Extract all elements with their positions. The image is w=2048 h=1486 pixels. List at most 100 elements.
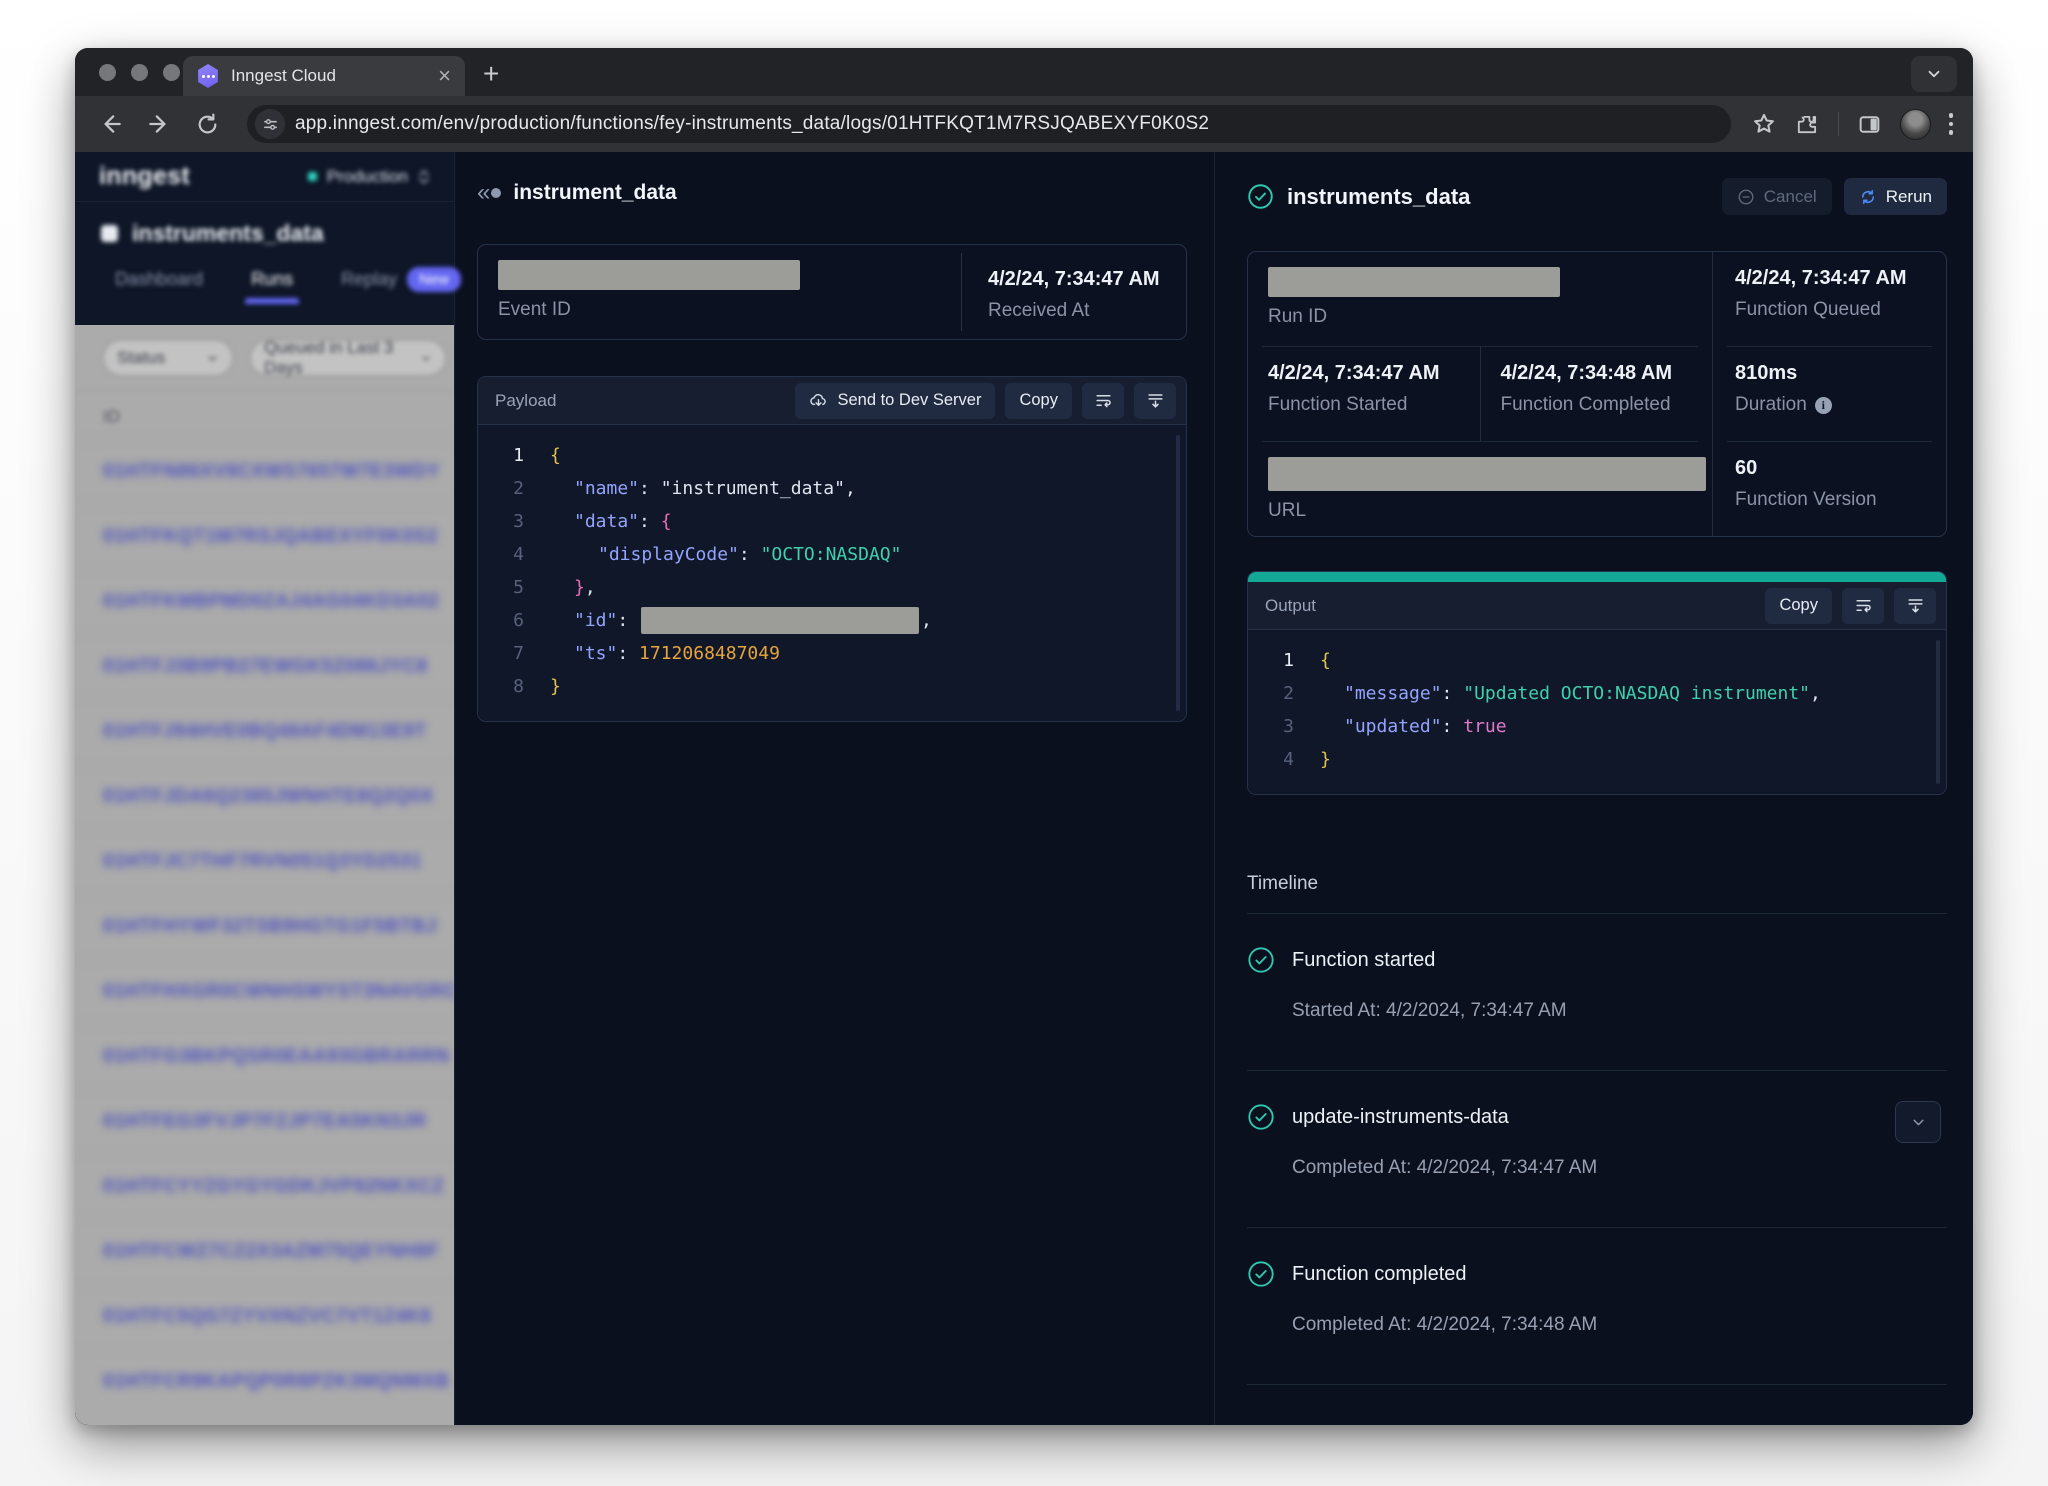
- browser-tab[interactable]: Inngest Cloud ×: [183, 56, 465, 96]
- url-label: URL: [1268, 500, 1712, 522]
- function-version-value: 60: [1735, 457, 1946, 480]
- step-check-icon: [1247, 1260, 1275, 1288]
- wrap-text-button[interactable]: [1842, 588, 1884, 624]
- output-title: Output: [1265, 596, 1755, 616]
- code-scrollbar[interactable]: [1176, 435, 1180, 711]
- app-content: inngest Production instruments_data Dash…: [75, 152, 1973, 1425]
- minimize-window-button[interactable]: [131, 64, 148, 81]
- function-icon: [101, 225, 118, 242]
- run-id-link[interactable]: 01HTFG3BKPQSR0EAA93GBRARRN: [75, 1024, 454, 1089]
- payload-copy-button[interactable]: Copy: [1005, 383, 1072, 419]
- forward-button[interactable]: [139, 104, 179, 144]
- output-copy-button[interactable]: Copy: [1765, 588, 1832, 624]
- run-id-link[interactable]: 01HTFJ94HVE0BQ48AF4DM13E9T: [75, 699, 454, 764]
- run-details-card: Run ID 4/2/24, 7:34:47 AM Function Start…: [1247, 251, 1947, 537]
- environment-label: Production: [327, 167, 408, 187]
- tab-close-icon[interactable]: ×: [438, 65, 451, 87]
- inngest-logo: inngest: [99, 162, 190, 191]
- timeline-step-time: Completed At: 4/2/2024, 7:34:48 AM: [1292, 1314, 1947, 1336]
- run-id-link[interactable]: 01HTFJDA6Q2385JWNHTE8Q2Q0X: [75, 764, 454, 829]
- code-line: 1{: [1248, 644, 1946, 677]
- timeline-step-time: Started At: 4/2/2024, 7:34:47 AM: [1292, 1000, 1947, 1022]
- run-id-link[interactable]: 01HTFJC7THF7RVN051Q3YD2531: [75, 829, 454, 894]
- expand-step-button[interactable]: [1895, 1101, 1941, 1143]
- copy-label: Copy: [1019, 391, 1058, 410]
- cancel-label: Cancel: [1764, 187, 1817, 207]
- run-id-link[interactable]: 01HTFCR9KAPQP0R8PZK3MQNMXB: [75, 1349, 454, 1414]
- timeline-item: Function started Started At: 4/2/2024, 7…: [1247, 914, 1947, 1052]
- browser-toolbar: app.inngest.com/env/production/functions…: [75, 96, 1973, 152]
- code-line: 2"name": "instrument_data",: [478, 472, 1186, 505]
- output-card: Output Copy 1{2"message": "Updated OCTO:…: [1247, 571, 1947, 795]
- run-id-label: Run ID: [1268, 306, 1712, 328]
- zoom-window-button[interactable]: [163, 64, 180, 81]
- run-id-link[interactable]: 01HTFHYWF32TSB9HGTG1F5BTBJ: [75, 894, 454, 959]
- received-at-label: Received At: [988, 300, 1186, 322]
- wrap-text-button[interactable]: [1082, 383, 1124, 419]
- run-id-link[interactable]: 01HTFEG3FVJP7FZJP7EA5KN3JR: [75, 1089, 454, 1154]
- browser-menu-icon[interactable]: [1949, 113, 1954, 135]
- status-filter-dropdown[interactable]: Status: [103, 340, 233, 376]
- tab-search-button[interactable]: [1911, 56, 1957, 92]
- back-button[interactable]: [91, 104, 131, 144]
- chevron-down-icon: [420, 352, 432, 365]
- profile-avatar[interactable]: [1900, 109, 1931, 140]
- reload-button[interactable]: [187, 104, 227, 144]
- tab-runs[interactable]: Runs: [251, 269, 293, 304]
- payload-code: 1{2"name": "instrument_data",3"data": {4…: [478, 425, 1186, 721]
- runs-list-section: Status Queued in Last 3 Days ID 01HTFN86…: [75, 325, 454, 1425]
- run-id-link[interactable]: 01HTFC5QG7ZYVXNZVC7VT1Z4K6: [75, 1284, 454, 1349]
- send-to-dev-server-button[interactable]: Send to Dev Server: [795, 383, 995, 419]
- cancel-button[interactable]: Cancel: [1722, 178, 1832, 215]
- time-filter-dropdown[interactable]: Queued in Last 3 Days: [250, 340, 446, 376]
- rerun-button[interactable]: Rerun: [1844, 178, 1947, 215]
- code-scrollbar[interactable]: [1936, 640, 1940, 784]
- tab-replay[interactable]: Replay New: [341, 267, 461, 306]
- site-info-icon[interactable]: [255, 109, 285, 139]
- timeline-item: update-instruments-data Completed At: 4/…: [1247, 1071, 1947, 1209]
- copy-label: Copy: [1779, 596, 1818, 615]
- scroll-to-bottom-button[interactable]: [1894, 588, 1936, 624]
- inngest-favicon-icon: [197, 64, 219, 88]
- toolbar-divider: [1838, 112, 1839, 136]
- cloud-download-icon: [809, 391, 828, 410]
- tab-dashboard[interactable]: Dashboard: [115, 269, 203, 304]
- timeline-step-time: Completed At: 4/2/2024, 7:34:47 AM: [1292, 1157, 1947, 1179]
- run-id-link[interactable]: 01HTFHXGR0CWNHSWYST3NAVGRC: [75, 959, 454, 1024]
- info-icon[interactable]: i: [1815, 397, 1832, 414]
- environment-selector[interactable]: Production: [300, 161, 438, 193]
- toolbar-right: [1751, 109, 1958, 140]
- new-badge: New: [407, 267, 461, 292]
- tab-title: Inngest Cloud: [231, 66, 426, 86]
- code-line: 2"message": "Updated OCTO:NASDAQ instrum…: [1248, 677, 1946, 710]
- new-tab-button[interactable]: +: [483, 60, 499, 88]
- run-id-link[interactable]: 01HTFCWZ7CZ2X3AZM75QEYNH8F: [75, 1219, 454, 1284]
- time-filter-label: Queued in Last 3 Days: [264, 338, 420, 378]
- scroll-to-bottom-button[interactable]: [1134, 383, 1176, 419]
- wrap-text-icon: [1094, 391, 1113, 410]
- side-panel-icon[interactable]: [1857, 112, 1882, 137]
- run-id-link[interactable]: 01HTFKMBPMD0ZAJ4AG04KD3A02: [75, 569, 454, 634]
- code-line: 1{: [478, 439, 1186, 472]
- run-id-link[interactable]: 01HTFCYYZGYGYGDKJVP82NKXCZ: [75, 1154, 454, 1219]
- run-id-link[interactable]: 01HTFKQT1M7RSJQABEXYF0K0S2: [75, 504, 454, 569]
- run-id-link[interactable]: 01HTFN86XV8CXWS7657W7E3WDY: [75, 439, 454, 504]
- window-controls[interactable]: [99, 64, 180, 81]
- send-to-dev-server-label: Send to Dev Server: [837, 391, 981, 410]
- cancel-circle-icon: [1737, 188, 1755, 206]
- tab-replay-label: Replay: [341, 269, 397, 290]
- function-started-label: Function Started: [1268, 394, 1480, 416]
- run-panel: instruments_data Cancel Rerun: [1215, 152, 1973, 1425]
- bookmark-star-icon[interactable]: [1751, 111, 1777, 137]
- chevron-down-icon: [1910, 1114, 1927, 1131]
- chevron-down-icon: [1925, 65, 1943, 83]
- run-id-link[interactable]: 01HTFJ3B9PB27EWGK5Z086JYC8: [75, 634, 454, 699]
- wrap-text-icon: [1854, 596, 1873, 615]
- close-window-button[interactable]: [99, 64, 116, 81]
- sidebar-header: inngest Production instruments_data Dash…: [75, 152, 454, 325]
- extensions-puzzle-icon[interactable]: [1795, 112, 1820, 137]
- run-title: instruments_data: [1287, 184, 1470, 210]
- url-bar[interactable]: app.inngest.com/env/production/functions…: [247, 105, 1731, 143]
- environment-status-icon: [308, 172, 317, 181]
- id-column-header: ID: [75, 390, 454, 439]
